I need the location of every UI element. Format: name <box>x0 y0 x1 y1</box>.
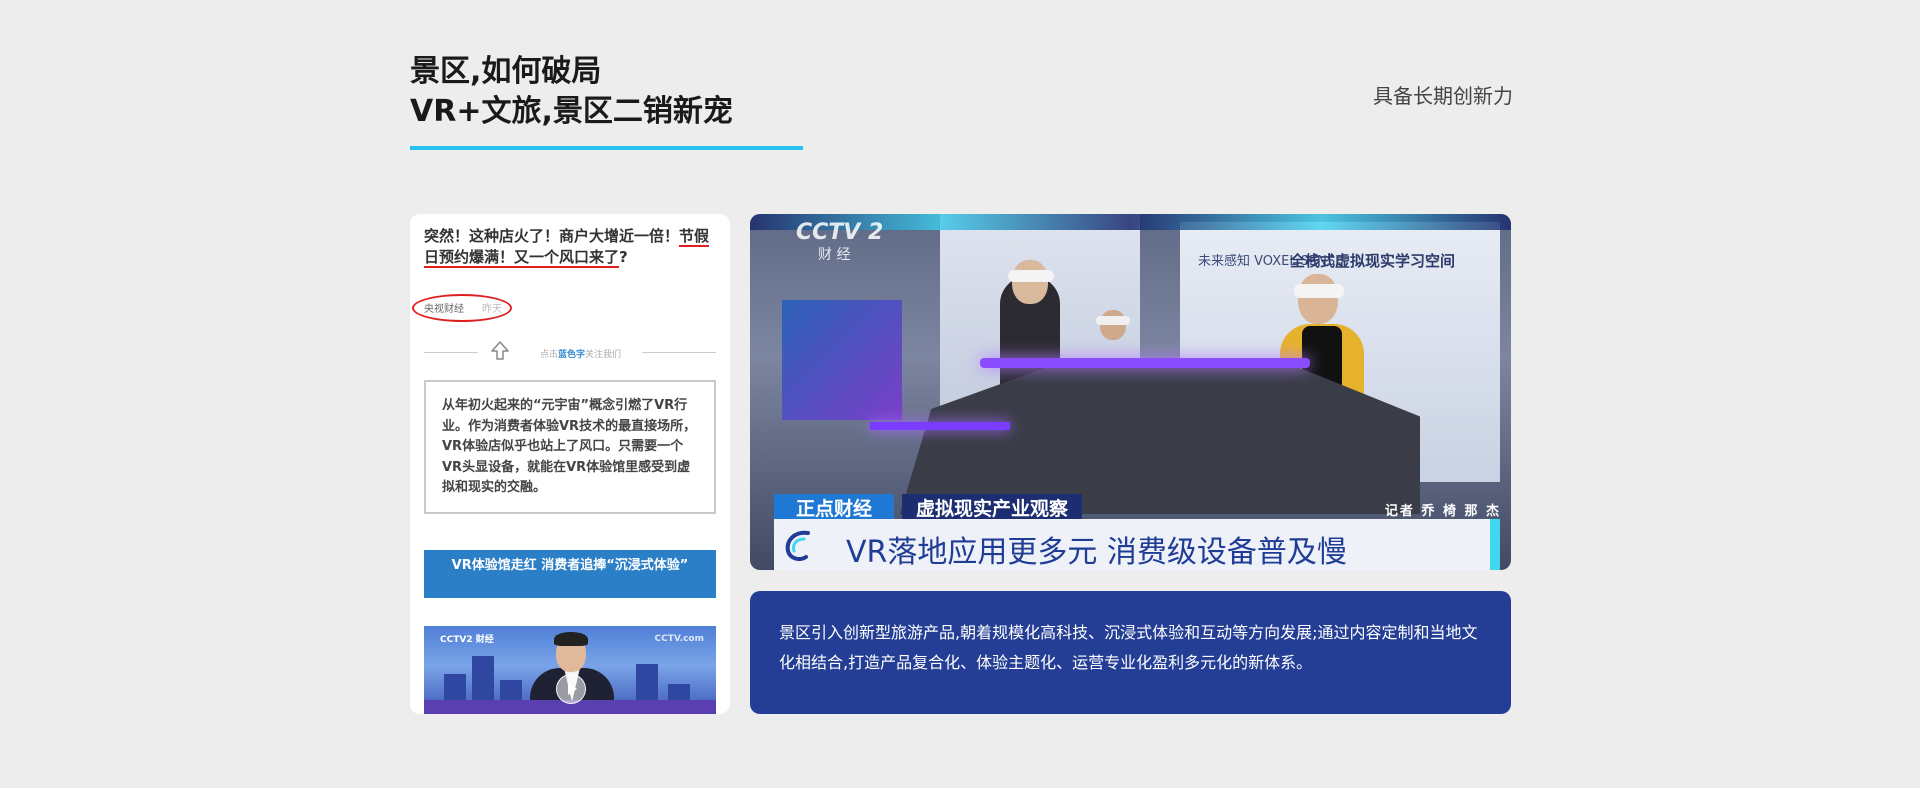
divider-line-right <box>642 352 716 353</box>
page-title: 景区,如何破局 VR+文旅,景区二销新宠 <box>410 52 733 132</box>
vr-headset-icon <box>1008 270 1054 282</box>
follow-caption-highlight: 蓝色字 <box>558 350 586 360</box>
visitor-middle-face <box>1100 310 1126 340</box>
news-swirl-icon <box>785 530 810 561</box>
title-line-1: 景区,如何破局 <box>410 54 602 89</box>
headline-plain: 突然！这种店火了！商户大增近一倍！ <box>424 227 680 245</box>
article-screenshot-card: 突然！这种店火了！商户大增近一倍！节假日预约爆满！又一个风口来了? 央视财经 昨… <box>410 214 730 714</box>
title-underline <box>410 146 803 150</box>
article-banner: VR体验馆走红 消费者追捧“沉浸式体验” <box>424 550 716 598</box>
visitor-left-face <box>1012 260 1048 304</box>
seat-glow <box>980 358 1310 368</box>
play-icon[interactable] <box>556 674 586 704</box>
reporter-credit: 记者 乔 椅 那 杰 <box>1384 504 1501 519</box>
booth-title: 全栈式虚拟现实学习空间 <box>1290 252 1456 270</box>
video-channel-logo: CCTV2 财经 <box>440 635 494 645</box>
article-source: 央视财经 <box>424 304 464 315</box>
video-thumbnail[interactable]: CCTV2 财经 CCTV.com <box>424 626 716 714</box>
tagline: 具备长期创新力 <box>1373 84 1513 108</box>
seat-glow <box>870 422 1010 430</box>
follow-caption-prefix: 点击 <box>540 350 559 360</box>
news-broadcast-photo: 未来感知 VOXEL SENSE 全栈式虚拟现实学习空间 CCTV 2 财 经 … <box>750 214 1511 570</box>
vr-headset-icon <box>1096 316 1130 325</box>
news-caption-bar: VR落地应用更多元 消费级设备普及慢 <box>774 519 1500 570</box>
divider-line-left <box>424 352 478 353</box>
news-caption: VR落地应用更多元 消费级设备普及慢 <box>846 535 1347 570</box>
headline-end: ? <box>619 248 628 266</box>
title-line-2: VR+文旅,景区二销新宠 <box>410 94 733 129</box>
up-arrow-icon <box>491 341 509 360</box>
article-time: 昨天 <box>482 304 502 315</box>
video-site-logo: CCTV.com <box>654 634 704 644</box>
anchor-hair <box>554 632 588 646</box>
display-screen <box>782 300 902 420</box>
follow-divider: 点击蓝色字关注我们 <box>424 341 716 362</box>
article-quote: 从年初火起来的“元宇宙”概念引燃了VR行业。作为消费者体验VR技术的最直接场所，… <box>424 380 716 514</box>
visitor-right-face <box>1298 274 1338 324</box>
follow-caption[interactable]: 点击蓝色字关注我们 <box>540 347 621 360</box>
channel-name: 财 经 <box>818 247 851 263</box>
vr-headset-icon <box>1294 284 1344 298</box>
article-headline: 突然！这种店火了！商户大增近一倍！节假日预约爆满！又一个风口来了? <box>424 226 720 268</box>
cctv-logo: CCTV 2 <box>796 220 884 245</box>
description-box: 景区引入创新型旅游产品,朝着规模化高科技、沉浸式体验和互动等方向发展;通过内容定… <box>750 591 1511 714</box>
follow-caption-suffix: 关注我们 <box>585 350 622 360</box>
